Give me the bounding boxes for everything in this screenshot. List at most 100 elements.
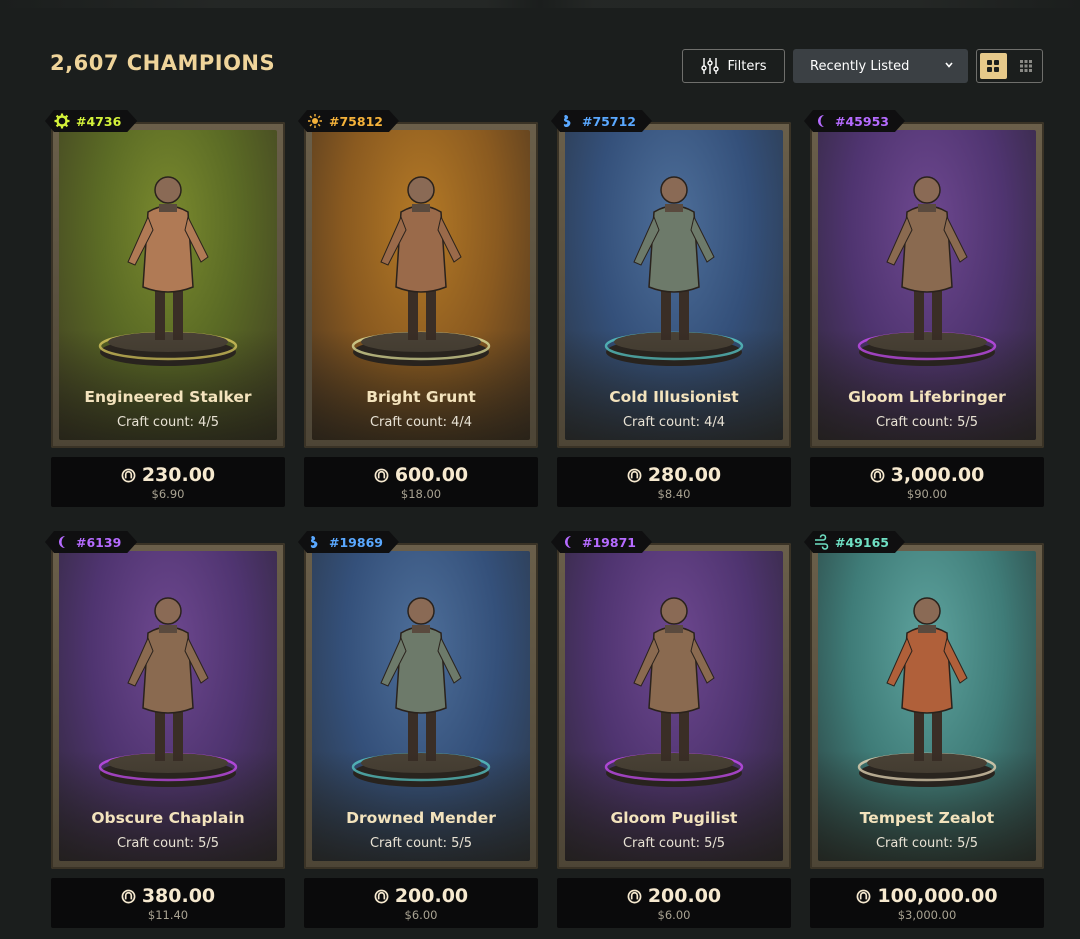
price-box: 200.00 $6.00 (557, 878, 791, 928)
filters-button[interactable]: Filters (682, 49, 785, 83)
price-value: 100,000.00 (877, 885, 998, 907)
champion-figure (852, 152, 1002, 372)
sliders-icon (700, 58, 719, 74)
champion-id: #19871 (582, 534, 636, 550)
currency-icon (627, 889, 642, 903)
currency-icon (856, 889, 871, 903)
card-frame: Engineered Stalker Craft count: 4/5 (51, 122, 285, 448)
currency-icon (121, 889, 136, 903)
champion-figure (599, 573, 749, 793)
champion-card[interactable]: Gloom Pugilist Craft count: 5/5 #19871 2… (557, 531, 791, 928)
price: 280.00 (557, 464, 791, 486)
champion-id-tag: #19869 (298, 531, 399, 553)
card-artwork: Gloom Lifebringer Craft count: 5/5 (818, 130, 1036, 440)
card-frame: Drowned Mender Craft count: 5/5 (304, 543, 538, 869)
champion-id-tag: #49165 (804, 531, 905, 553)
craft-count: Craft count: 5/5 (875, 836, 979, 851)
small-grid-icon (1019, 60, 1032, 72)
price-value: 200.00 (394, 885, 469, 907)
champion-figure (599, 152, 749, 372)
champion-name: Cold Illusionist (609, 388, 739, 406)
craft-count: Craft count: 5/5 (875, 415, 979, 430)
top-decoration (0, 0, 1080, 8)
view-toggle (976, 49, 1043, 83)
filters-label: Filters (727, 58, 767, 74)
champion-card[interactable]: Drowned Mender Craft count: 5/5 #19869 2… (304, 531, 538, 928)
price: 600.00 (304, 464, 538, 486)
price-value: 380.00 (141, 885, 216, 907)
craft-count: Craft count: 4/5 (116, 415, 220, 430)
champion-id: #49165 (835, 534, 889, 550)
usd-price: $11.40 (147, 908, 189, 922)
champion-figure (93, 573, 243, 793)
champion-card[interactable]: Tempest Zealot Craft count: 5/5 #49165 1… (810, 531, 1044, 928)
champion-count: 2,607 CHAMPIONS (50, 51, 276, 75)
craft-count: Craft count: 4/4 (622, 415, 726, 430)
sun-icon (306, 112, 324, 130)
price-box: 230.00 $6.90 (51, 457, 285, 507)
listing-header: 2,607 CHAMPIONS Filters Recently Listed (50, 48, 1043, 84)
champion-id-tag: #75712 (551, 110, 652, 132)
usd-price: $18.00 (400, 487, 442, 501)
card-frame: Gloom Pugilist Craft count: 5/5 (557, 543, 791, 869)
price: 3,000.00 (810, 464, 1044, 486)
price-value: 200.00 (647, 885, 722, 907)
craft-count: Craft count: 4/4 (369, 415, 473, 430)
champion-figure (346, 152, 496, 372)
price-box: 3,000.00 $90.00 (810, 457, 1044, 507)
price-box: 280.00 $8.40 (557, 457, 791, 507)
champion-figure (93, 152, 243, 372)
champion-id: #4736 (76, 113, 122, 129)
large-grid-view-button[interactable] (980, 53, 1007, 79)
price-value: 280.00 (647, 464, 722, 486)
champion-id: #19869 (329, 534, 383, 550)
champion-card[interactable]: Cold Illusionist Craft count: 4/4 #75712… (557, 110, 791, 507)
champion-id-tag: #45953 (804, 110, 905, 132)
card-artwork: Cold Illusionist Craft count: 4/4 (565, 130, 783, 440)
price-value: 3,000.00 (890, 464, 985, 486)
wind-icon (812, 533, 830, 551)
price: 230.00 (51, 464, 285, 486)
small-grid-view-button[interactable] (1013, 53, 1040, 79)
champion-name: Tempest Zealot (859, 809, 995, 827)
moon-icon (53, 533, 71, 551)
champion-id-tag: #75812 (298, 110, 399, 132)
water-icon (559, 112, 577, 130)
card-frame: Bright Grunt Craft count: 4/4 (304, 122, 538, 448)
card-artwork: Tempest Zealot Craft count: 5/5 (818, 551, 1036, 861)
price-value: 230.00 (141, 464, 216, 486)
champion-card[interactable]: Bright Grunt Craft count: 4/4 #75812 600… (304, 110, 538, 507)
card-artwork: Engineered Stalker Craft count: 4/5 (59, 130, 277, 440)
card-frame: Tempest Zealot Craft count: 5/5 (810, 543, 1044, 869)
gear-icon (53, 112, 71, 130)
card-artwork: Obscure Chaplain Craft count: 5/5 (59, 551, 277, 861)
card-frame: Gloom Lifebringer Craft count: 5/5 (810, 122, 1044, 448)
usd-price: $8.40 (657, 487, 691, 501)
champion-id-tag: #6139 (45, 531, 137, 553)
craft-count: Craft count: 5/5 (369, 836, 473, 851)
craft-count: Craft count: 5/5 (622, 836, 726, 851)
usd-price: $3,000.00 (897, 908, 957, 922)
champion-name: Engineered Stalker (84, 388, 252, 406)
champion-id-tag: #19871 (551, 531, 652, 553)
champion-id: #75812 (329, 113, 383, 129)
champion-id: #45953 (835, 113, 889, 129)
champion-figure (852, 573, 1002, 793)
price: 200.00 (304, 885, 538, 907)
usd-price: $6.00 (404, 908, 438, 922)
currency-icon (121, 468, 136, 482)
card-frame: Obscure Chaplain Craft count: 5/5 (51, 543, 285, 869)
card-artwork: Bright Grunt Craft count: 4/4 (312, 130, 530, 440)
craft-count: Craft count: 5/5 (116, 836, 220, 851)
champion-card[interactable]: Gloom Lifebringer Craft count: 5/5 #4595… (810, 110, 1044, 507)
sort-selected-value: Recently Listed (810, 58, 910, 74)
sort-select[interactable]: Recently Listed (793, 49, 968, 83)
champion-card[interactable]: Engineered Stalker Craft count: 4/5 #473… (51, 110, 285, 507)
price: 200.00 (557, 885, 791, 907)
champion-id: #75712 (582, 113, 636, 129)
champion-figure (346, 573, 496, 793)
champion-card[interactable]: Obscure Chaplain Craft count: 5/5 #6139 … (51, 531, 285, 928)
currency-icon (627, 468, 642, 482)
price-box: 100,000.00 $3,000.00 (810, 878, 1044, 928)
champion-name: Bright Grunt (366, 388, 476, 406)
